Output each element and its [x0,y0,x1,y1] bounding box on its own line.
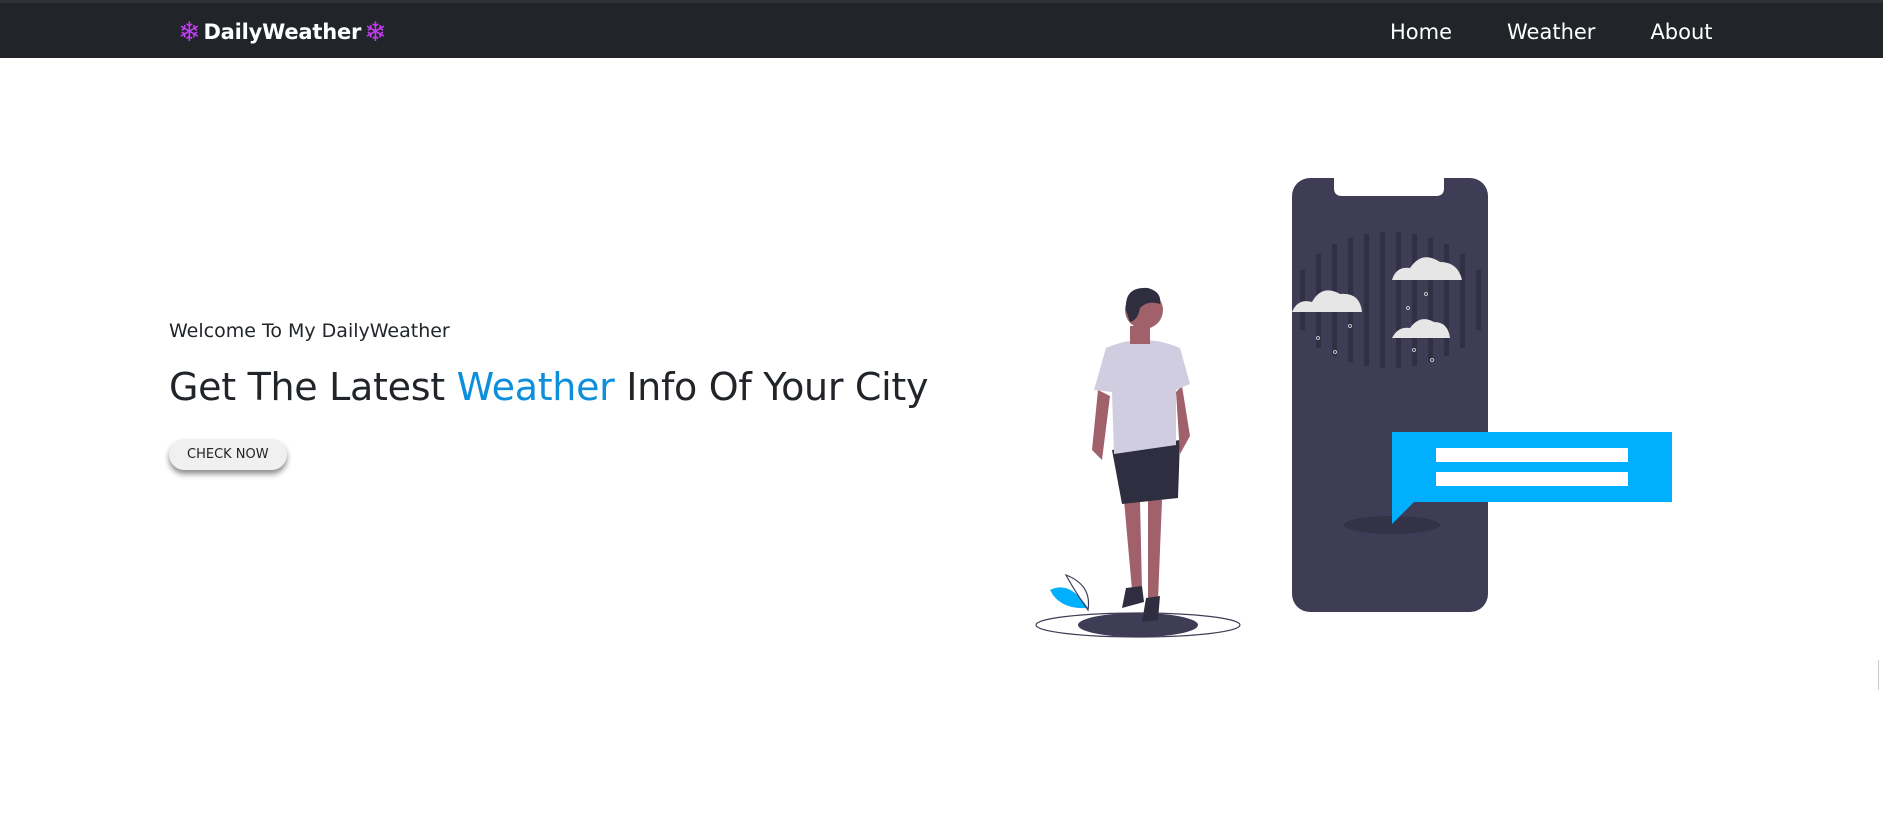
snowflake-icon: ❄ [364,16,387,48]
navbar: ❄ DailyWeather ❄ Home Weather About [0,0,1883,58]
hero-headline: Get The Latest Weather Info Of Your City [169,365,929,409]
nav-link-about[interactable]: About [1650,20,1712,44]
page-edge-marker [1878,660,1883,690]
ground-shadow [1078,613,1198,637]
person-figure [1092,287,1190,622]
welcome-text: Welcome To My DailyWeather [169,320,450,342]
headline-end: Info Of Your City [614,365,929,409]
phone-notch [1334,178,1444,196]
leaf-icon [1050,587,1088,609]
nav-link-home[interactable]: Home [1390,20,1452,44]
weather-illustration [1035,178,1672,638]
hero-section: Welcome To My DailyWeather Get The Lates… [169,320,929,470]
nav-link-weather[interactable]: Weather [1507,20,1595,44]
check-now-button[interactable]: CHECK NOW [169,439,287,470]
phone-body [1292,178,1488,612]
snowflake-icon: ❄ [178,16,201,48]
nav-links: Home Weather About [1390,16,1713,48]
headline-accent: Weather [456,365,615,409]
brand-link[interactable]: ❄ DailyWeather ❄ [175,16,390,48]
brand-name: DailyWeather [203,20,362,44]
headline-start: Get The Latest [169,365,457,409]
